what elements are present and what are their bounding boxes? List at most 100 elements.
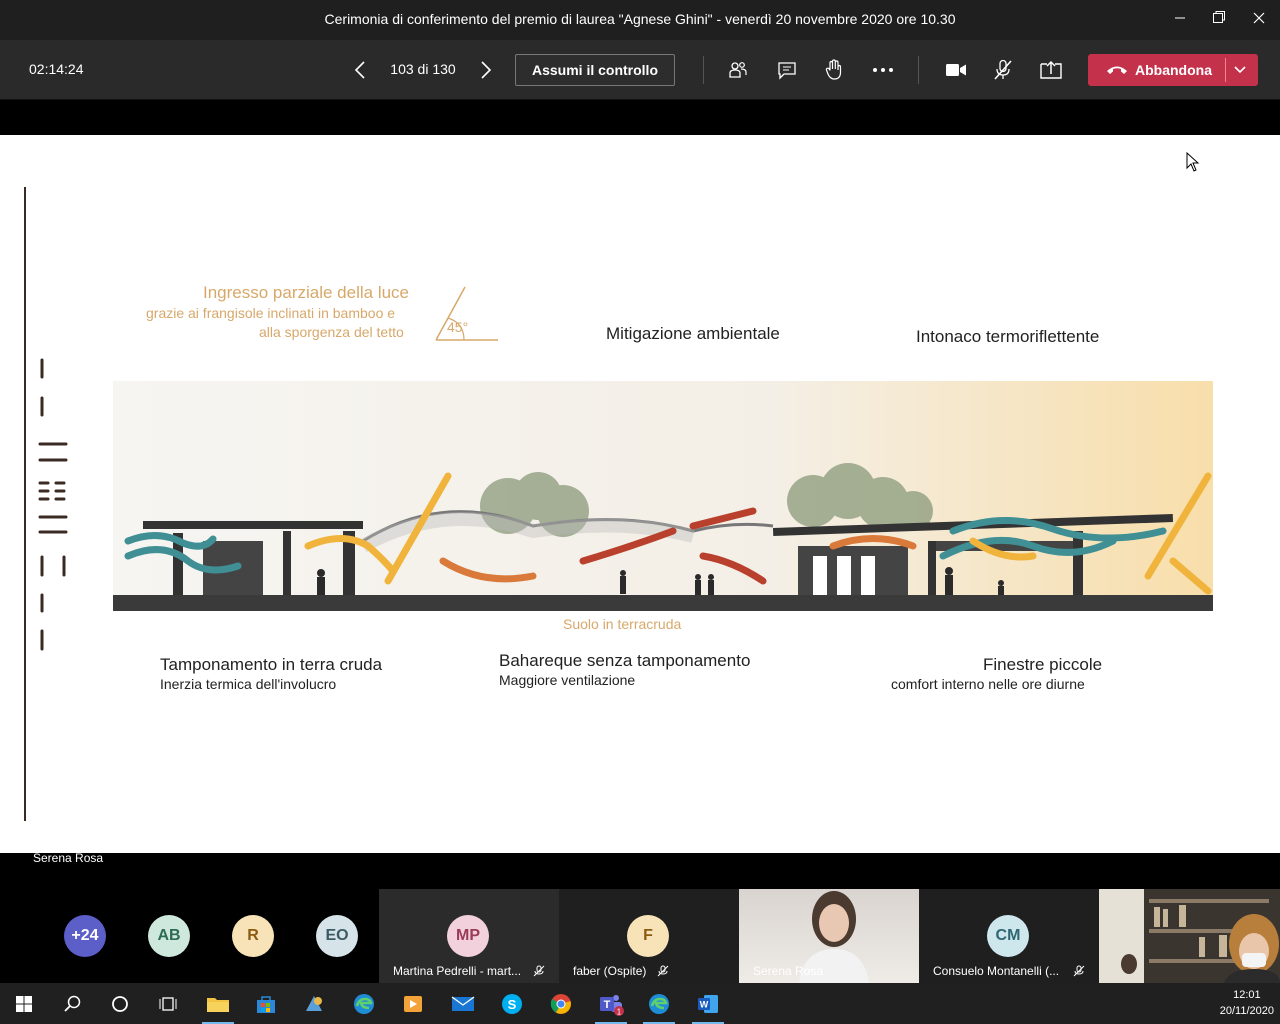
participant-avatar: MP (447, 915, 489, 957)
windows-taskbar: S T1 W 12:01 20/11/2020 (0, 983, 1280, 1024)
word-icon: W (698, 994, 718, 1013)
taskbar-store[interactable] (242, 983, 290, 1024)
chevron-right-icon (481, 61, 492, 79)
taskbar-edge[interactable] (340, 983, 388, 1024)
toolbar-divider (918, 56, 919, 84)
participants-button[interactable] (721, 54, 755, 86)
edge-browser-icon (354, 993, 374, 1014)
building-section-drawing (113, 381, 1213, 611)
video-camera-icon (946, 64, 966, 76)
participant-tile[interactable]: MP Martina Pedrelli - mart... (379, 889, 559, 983)
plaster-label: Intonaco termoriflettente (916, 327, 1100, 346)
mouse-cursor-icon (1186, 152, 1200, 172)
search-icon (64, 995, 81, 1012)
previous-slide-button[interactable] (343, 54, 377, 86)
camera-button[interactable] (939, 54, 973, 86)
taskbar-file-explorer[interactable] (194, 983, 242, 1024)
ground-label: Suolo in terracruda (563, 616, 682, 632)
chevron-left-icon (354, 61, 365, 79)
participant-video-tile[interactable]: Serena Rosa (739, 889, 919, 983)
take-control-button[interactable]: Assumi il controllo (515, 54, 675, 86)
chevron-down-icon[interactable] (1233, 61, 1247, 79)
taskbar-app[interactable] (290, 983, 338, 1024)
more-actions-button[interactable] (866, 54, 900, 86)
svg-text:S: S (508, 997, 517, 1012)
presenter-name: Serena Rosa (33, 851, 104, 865)
participants-strip: +24 AB R EO MP Martina Pedrelli - mart..… (0, 889, 1280, 983)
meeting-timer: 02:14:24 (29, 61, 84, 77)
self-video-room (1099, 889, 1280, 983)
decorative-marks (24, 187, 68, 821)
participant-avatar: CM (987, 915, 1029, 957)
taskbar-teams[interactable]: T1 (587, 983, 635, 1024)
svg-text:T: T (604, 999, 611, 1011)
chat-icon (778, 62, 796, 80)
participant-name: Martina Pedrelli - mart... (393, 964, 522, 978)
skype-icon: S (502, 993, 522, 1014)
close-icon (1253, 12, 1265, 24)
start-button[interactable] (0, 983, 48, 1024)
taskbar-mail[interactable] (439, 983, 487, 1024)
window-title: Cerimonia di conferimento del premio di … (324, 11, 956, 27)
chrome-browser-icon (550, 993, 571, 1014)
clock-time: 12:01 (1233, 989, 1261, 1001)
search-button[interactable] (48, 983, 96, 1024)
chat-button[interactable] (770, 54, 804, 86)
microphone-muted-icon (657, 965, 669, 977)
raise-hand-button[interactable] (817, 54, 851, 86)
microphone-muted-icon (533, 965, 545, 977)
app-icon (306, 995, 322, 1011)
taskbar-edge-second[interactable] (635, 983, 683, 1024)
more-icon (873, 68, 893, 72)
microphone-muted-icon (1073, 965, 1085, 977)
toolbar-divider (703, 56, 704, 84)
store-bag-icon (257, 995, 275, 1013)
media-player-icon (404, 995, 422, 1012)
bahareque-title: Bahareque senza tamponamento (499, 651, 751, 670)
participant-tile[interactable]: CM Consuelo Montanelli (... (919, 889, 1099, 983)
taskbar-word[interactable]: W (684, 983, 732, 1024)
windows-logo-icon (16, 995, 32, 1012)
people-icon (729, 62, 747, 78)
self-video-tile[interactable] (1099, 889, 1280, 983)
bahareque-subtitle: Maggiore ventilazione (499, 672, 636, 688)
participant-avatar[interactable]: EO (316, 915, 358, 957)
light-entry-line2: alla sporgenza del tetto (259, 324, 404, 340)
system-clock[interactable]: 12:01 20/11/2020 (1220, 987, 1274, 1019)
microphone-button[interactable] (986, 54, 1020, 86)
share-tray-icon (1040, 60, 1062, 79)
participant-avatar: F (627, 915, 669, 957)
mitigation-label: Mitigazione ambientale (606, 324, 780, 343)
windows-title: Finestre piccole (983, 655, 1103, 674)
next-slide-button[interactable] (469, 54, 503, 86)
participant-avatar[interactable]: R (232, 915, 274, 957)
cortana-button[interactable] (96, 983, 144, 1024)
participant-name: Serena Rosa (753, 964, 824, 978)
participant-avatar[interactable]: AB (148, 915, 190, 957)
restore-icon (1213, 11, 1225, 23)
restore-button[interactable] (1199, 0, 1239, 40)
light-entry-title: Ingresso parziale della luce (203, 283, 410, 302)
taskbar-skype[interactable]: S (488, 983, 536, 1024)
svg-text:1: 1 (617, 1007, 622, 1016)
cortana-circle-icon (112, 995, 128, 1012)
leave-label: Abbandona (1135, 62, 1212, 78)
slide-page-counter: 103 di 130 (390, 61, 456, 77)
window-title-bar: Cerimonia di conferimento del premio di … (0, 0, 1280, 40)
taskbar-media-player[interactable] (389, 983, 437, 1024)
microphone-muted-icon (994, 59, 1012, 80)
close-button[interactable] (1239, 0, 1279, 40)
participant-tile[interactable]: F faber (Ospite) (559, 889, 739, 983)
leave-meeting-button[interactable]: Abbandona (1088, 54, 1258, 86)
edge-browser-icon (649, 993, 669, 1014)
more-participants-badge[interactable]: +24 (64, 915, 106, 957)
minimize-icon (1175, 17, 1185, 19)
minimize-button[interactable] (1160, 0, 1200, 40)
task-view-button[interactable] (144, 983, 192, 1024)
hand-icon (825, 59, 842, 80)
shared-slide: Ingresso parziale della luce grazie ai f… (0, 135, 1280, 853)
windows-subtitle: comfort interno nelle ore diurne (891, 676, 1085, 692)
taskbar-chrome[interactable] (537, 983, 585, 1024)
leave-divider (1225, 58, 1226, 82)
share-screen-button[interactable] (1034, 54, 1068, 86)
